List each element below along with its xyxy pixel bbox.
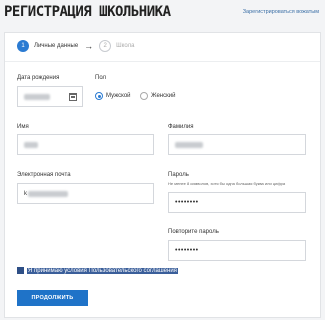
password-value: ••••••••: [175, 199, 199, 206]
gender-male-label: Мужской: [106, 93, 131, 99]
gender-label: Пол: [95, 75, 107, 81]
first-name-value: [24, 141, 38, 148]
register-counselor-link[interactable]: Зарегистрироваться вожатым: [243, 9, 319, 15]
email-label: Электронная почта: [17, 172, 71, 178]
gender-male-radio[interactable]: Мужской: [95, 92, 131, 100]
gender-female-radio[interactable]: Женский: [140, 92, 175, 100]
step-2-label: Школа: [116, 43, 135, 49]
last-name-field[interactable]: [168, 134, 306, 155]
step-1-circle: 1: [17, 40, 29, 52]
agree-checkbox-row[interactable]: Я принимаю условия Пользовательского сог…: [17, 267, 178, 274]
calendar-icon[interactable]: [69, 93, 77, 101]
registration-card: 1 Личные данные → 2 Школа Дата рождения …: [4, 32, 321, 318]
password-label: Пароль: [168, 172, 189, 178]
radio-unchecked-icon[interactable]: [140, 92, 148, 100]
last-name-value: [175, 141, 203, 148]
email-field[interactable]: k: [17, 183, 154, 204]
page-title: РЕГИСТРАЦИЯ ШКОЛЬНИКА: [4, 4, 171, 20]
continue-button[interactable]: ПРОДОЛЖИТЬ: [17, 290, 88, 306]
gender-female-label: Женский: [151, 93, 176, 99]
password-repeat-label: Повторите пароль: [168, 229, 219, 235]
password-field[interactable]: ••••••••: [168, 192, 306, 213]
email-value-prefix: k: [24, 190, 27, 197]
steps-indicator: 1 Личные данные → 2 Школа: [17, 40, 134, 52]
password-repeat-field[interactable]: ••••••••: [168, 240, 306, 261]
password-repeat-value: ••••••••: [175, 247, 199, 254]
first-name-label: Имя: [17, 124, 29, 130]
agree-label: Я принимаю условия Пользовательского сог…: [27, 267, 178, 274]
arrow-right-icon: →: [84, 40, 94, 51]
birth-date-label: Дата рождения: [17, 75, 60, 81]
radio-checked-icon[interactable]: [95, 92, 103, 100]
password-hint: Не менее 8 символов, хотя бы одна больша…: [168, 181, 286, 186]
first-name-field[interactable]: [17, 134, 154, 155]
steps-divider: [5, 61, 320, 62]
step-2-circle: 2: [99, 40, 112, 52]
email-value: [28, 190, 68, 197]
birth-date-field[interactable]: [17, 86, 83, 107]
last-name-label: Фамилия: [168, 124, 194, 130]
birth-date-value: [24, 93, 50, 100]
step-1-label: Личные данные: [34, 43, 79, 49]
agree-checkbox[interactable]: [17, 267, 24, 274]
